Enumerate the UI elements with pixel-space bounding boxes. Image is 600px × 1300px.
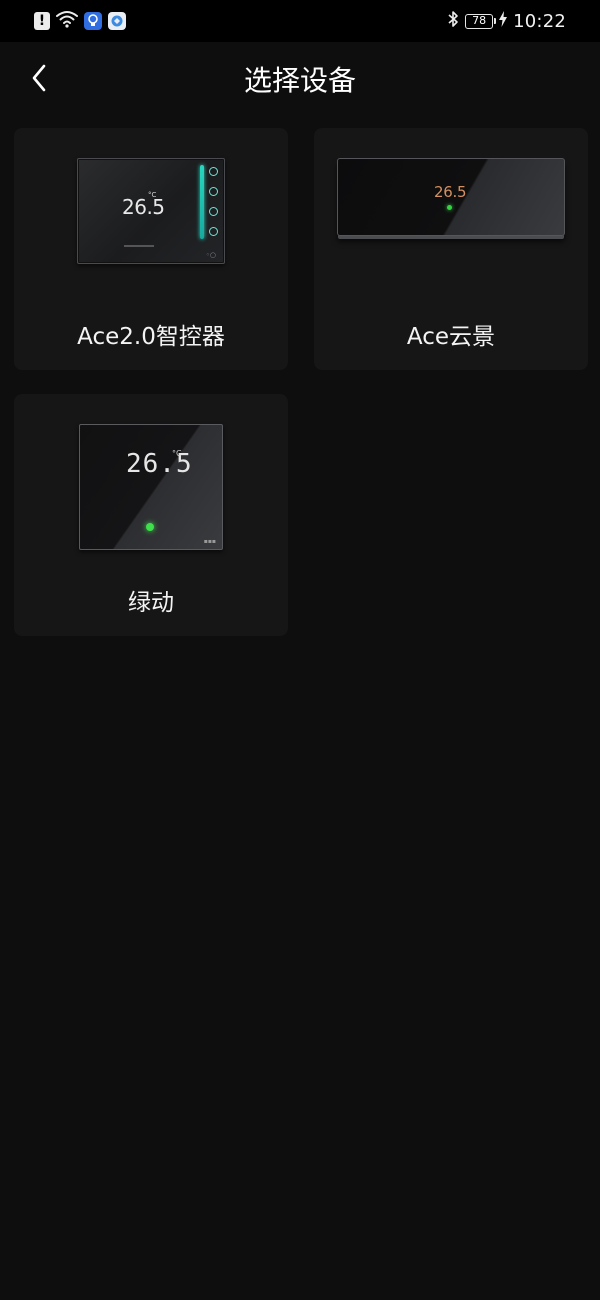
app-notification-icon bbox=[84, 12, 102, 30]
fan-icon bbox=[209, 207, 218, 216]
logo-mark: ◦○ bbox=[205, 251, 216, 259]
brand-mark bbox=[124, 245, 154, 247]
leaf-icon bbox=[209, 187, 218, 196]
mode-icon bbox=[209, 167, 218, 176]
leaf-indicator bbox=[447, 205, 452, 210]
device-image: 26.5 °C ▪▪▪ bbox=[14, 424, 288, 550]
device-display-temp: 26.5 bbox=[434, 183, 467, 201]
alert-icon: ! bbox=[34, 12, 50, 30]
app-notification-icon bbox=[108, 12, 126, 30]
wifi-icon bbox=[56, 10, 78, 32]
power-icon bbox=[209, 227, 218, 236]
device-card-ace-cloud[interactable]: 26.5 Ace云景 bbox=[314, 128, 588, 370]
battery-level: 78 bbox=[465, 13, 497, 29]
nav-bar: 选择设备 bbox=[0, 42, 600, 120]
device-name: Ace2.0智控器 bbox=[77, 324, 225, 350]
status-bar: ! 78 10:22 bbox=[0, 0, 600, 42]
green-thermostat-image: 26.5 °C ▪▪▪ bbox=[79, 424, 223, 550]
device-name: 绿动 bbox=[128, 590, 174, 616]
touch-strip bbox=[200, 165, 204, 239]
ace-cloud-image: 26.5 bbox=[337, 158, 565, 236]
status-time: 10:22 bbox=[513, 10, 566, 32]
status-left: ! bbox=[34, 10, 126, 32]
device-display-unit: °C bbox=[148, 191, 157, 199]
leaf-indicator bbox=[146, 523, 154, 531]
device-display-temp: 26.5 bbox=[126, 449, 193, 479]
status-right: 78 10:22 bbox=[447, 9, 566, 33]
device-display-unit: °C bbox=[172, 449, 182, 458]
page-title: 选择设备 bbox=[243, 64, 356, 97]
charging-icon bbox=[499, 11, 508, 31]
device-name: Ace云景 bbox=[406, 324, 496, 350]
device-image: 26.5 °C ◦○ bbox=[14, 158, 288, 264]
device-card-green[interactable]: 26.5 °C ▪▪▪ 绿动 bbox=[14, 394, 288, 636]
bluetooth-icon bbox=[447, 10, 459, 32]
logo-mark: ▪▪▪ bbox=[203, 538, 216, 545]
device-card-ace2[interactable]: 26.5 °C ◦○ Ace2.0智控器 bbox=[14, 128, 288, 370]
device-image: 26.5 bbox=[314, 158, 588, 236]
device-display-temp: 26.5 bbox=[122, 195, 165, 219]
ace2-controller-image: 26.5 °C ◦○ bbox=[77, 158, 225, 264]
